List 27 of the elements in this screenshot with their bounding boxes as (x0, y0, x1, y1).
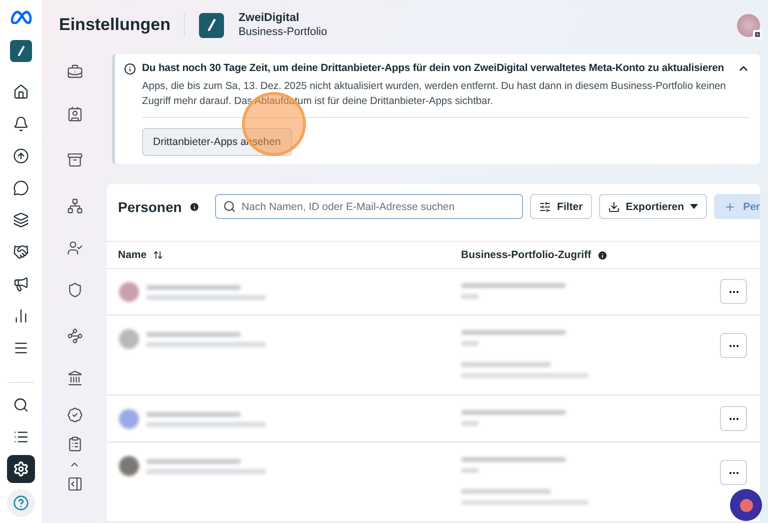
sliders-icon (539, 200, 552, 212)
sort-icon[interactable] (152, 250, 163, 260)
caret-icon (690, 204, 698, 209)
help-icon[interactable] (7, 489, 35, 517)
download-icon (608, 200, 620, 212)
portfolio-tile-icon[interactable] (10, 40, 32, 62)
view-apps-button[interactable]: Drittanbieter-Apps ansehen (142, 128, 292, 156)
info-icon (124, 62, 136, 74)
info-icon (597, 250, 608, 260)
settings-icon[interactable] (7, 455, 35, 483)
notice-title: Du hast noch 30 Tage Zeit, um deine Drittanbieter-Apps für dein von ZweiDigital verwaltetes Meta-Konto zu aktualisieren (142, 63, 726, 74)
column-header[interactable]: Name (118, 249, 147, 261)
section-title: Personen (118, 198, 182, 214)
portfolio-type: Business-Portfolio (238, 25, 328, 39)
portfolio-logo-icon (199, 12, 224, 38)
search-field[interactable]: Nach Namen, ID oder E-Mail-Adresse suchen (214, 194, 524, 219)
export-button[interactable]: Exportieren (598, 194, 708, 219)
search-icon (222, 200, 236, 213)
logo-icon[interactable] (9, 10, 33, 24)
column-header: Business-Portfolio-Zugriff (461, 249, 592, 261)
plus-icon (724, 200, 736, 212)
page-title: Einstellungen (59, 15, 170, 35)
profile-avatar[interactable] (737, 14, 760, 36)
filter-button[interactable]: Filter (530, 194, 592, 219)
notice-text: Apps, die bis zum Sa, 13. Dez. 2025 nicht aktualisiert wurden, werden entfernt. Du hast dann in diesem Business-Portfolio keinen Zugriff mehr darauf. Das Ablaufdatum ist für deine Drittanbieter-Apps sichtbar. (142, 80, 727, 109)
info-icon (188, 200, 200, 212)
portfolio-name: ZweiDigital (238, 11, 300, 25)
